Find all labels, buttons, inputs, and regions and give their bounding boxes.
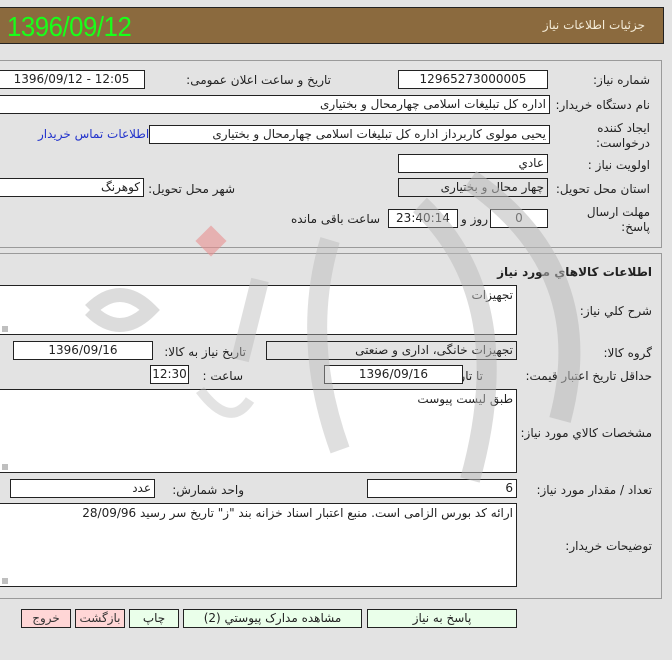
need-date-label: تاریخ نیاز به کالا: bbox=[164, 345, 246, 359]
province-field[interactable]: چهار محال و بختیاری bbox=[398, 178, 548, 197]
buyer-contact-link[interactable]: اطلاعات تماس خریدار bbox=[38, 127, 149, 141]
exit-button[interactable]: خروج bbox=[21, 609, 71, 628]
buyer-notes-text: ارائه کد بورس الزامی است. منبع اعتبار اس… bbox=[82, 506, 513, 520]
specs-text: طبق لیست پیوست bbox=[417, 392, 513, 406]
resize-grip-icon[interactable] bbox=[2, 326, 8, 332]
specs-label: مشخصات کالاي مورد نياز: bbox=[520, 426, 652, 440]
time-label: ساعت : bbox=[202, 369, 243, 383]
general-desc-textarea[interactable]: تجهیزات bbox=[0, 285, 517, 335]
goods-section-title: اطلاعات کالاهاي مورد نياز bbox=[497, 265, 652, 279]
print-button[interactable]: چاپ bbox=[129, 609, 179, 628]
general-desc-label: شرح کلي نياز: bbox=[579, 304, 652, 318]
requester-label: ایجاد کننده درخواست: bbox=[596, 121, 650, 150]
province-label: استان محل تحویل: bbox=[555, 182, 650, 196]
goods-group-label: گروه کالا: bbox=[603, 346, 653, 360]
deadline-time-field[interactable]: 23:40:14 bbox=[388, 209, 458, 228]
buyer-org-field[interactable]: اداره کل تبلیغات اسلامی چهارمحال و بختیا… bbox=[0, 95, 550, 114]
quantity-label: تعداد / مقدار مورد نیاز: bbox=[536, 483, 652, 497]
resize-grip-icon[interactable] bbox=[2, 578, 8, 584]
unit-field[interactable]: عدد bbox=[10, 479, 155, 498]
priority-label: اولویت نیاز : bbox=[587, 158, 650, 172]
price-validity-label: حداقل تاریخ اعتبار قیمت: bbox=[525, 369, 652, 383]
deadline-days-field[interactable]: 0 bbox=[490, 209, 548, 228]
page-title: جزئیات اطلاعات نیاز bbox=[542, 18, 645, 32]
attachments-button[interactable]: مشاهده مدارک پیوستي (2) bbox=[183, 609, 362, 628]
time-field[interactable]: 12:30 bbox=[150, 365, 189, 384]
days-and-label: روز و bbox=[461, 212, 488, 226]
general-desc-text: تجهیزات bbox=[471, 288, 514, 302]
back-button[interactable]: بازگشت bbox=[75, 609, 125, 628]
quantity-field[interactable]: 6 bbox=[367, 479, 517, 498]
announce-date-field[interactable]: 1396/09/12 - 12:05 bbox=[0, 70, 145, 89]
priority-field[interactable]: عادي bbox=[398, 154, 548, 173]
remaining-label: ساعت باقی مانده bbox=[291, 212, 381, 226]
respond-button[interactable]: پاسخ به نیاز bbox=[367, 609, 517, 628]
requester-field[interactable]: یحیی مولوی کاربرداز اداره کل تبلیغات اسل… bbox=[149, 125, 550, 144]
page-header: 1396/09/12 جزئیات اطلاعات نیاز bbox=[0, 7, 664, 44]
unit-label: واحد شمارش: bbox=[172, 483, 244, 497]
buyer-notes-textarea[interactable]: ارائه کد بورس الزامی است. منبع اعتبار اس… bbox=[0, 503, 517, 587]
city-field[interactable]: کوهرنگ bbox=[0, 178, 144, 197]
specs-textarea[interactable]: طبق لیست پیوست bbox=[0, 389, 517, 473]
buyer-org-label: نام دستگاه خریدار: bbox=[555, 98, 651, 112]
resize-grip-icon[interactable] bbox=[2, 464, 8, 470]
city-label: شهر محل تحویل: bbox=[148, 182, 235, 196]
need-date-field[interactable]: 1396/09/16 bbox=[13, 341, 153, 360]
goods-group-field[interactable]: تجهیزات خانگی، اداری و صنعتی bbox=[266, 341, 517, 360]
need-number-field[interactable]: 12965273000005 bbox=[398, 70, 548, 89]
buyer-notes-label: توضیحات خریدار: bbox=[565, 539, 652, 553]
announce-date-label: تاریخ و ساعت اعلان عمومی: bbox=[186, 73, 331, 87]
until-date-field[interactable]: 1396/09/16 bbox=[324, 365, 463, 384]
header-date: 1396/09/12 bbox=[7, 11, 132, 42]
deadline-label: مهلت ارسال پاسخ: bbox=[586, 205, 650, 234]
need-number-label: شماره نیاز: bbox=[593, 73, 650, 87]
